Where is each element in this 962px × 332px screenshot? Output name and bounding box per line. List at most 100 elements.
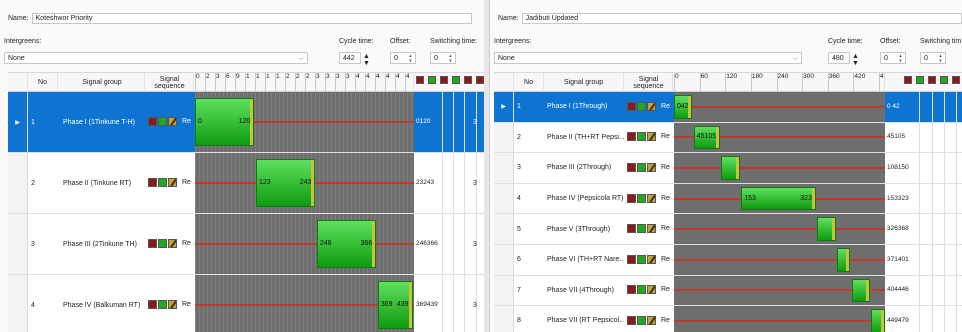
- green-time-bar[interactable]: 0 120: [195, 98, 255, 146]
- signal-group-name[interactable]: Phase VII (RT Pepsicol...: [544, 306, 624, 332]
- cycle-spinner[interactable]: 480: [828, 52, 850, 64]
- timeline-track[interactable]: 153 323: [674, 183, 885, 214]
- row-selector[interactable]: [494, 306, 514, 332]
- row-selector[interactable]: [494, 245, 514, 275]
- offset-spinner[interactable]: 0 ▲ ▼: [390, 52, 416, 64]
- spin-arrows-icon[interactable]: ▲ ▼: [363, 53, 370, 67]
- offset-spinner[interactable]: 0 ▲ ▼: [880, 52, 906, 64]
- table-row[interactable]: 6 Phase VI (TH+RT Nare... Re 371401: [494, 245, 962, 276]
- signal-sequence-icons[interactable]: [627, 224, 656, 234]
- table-row[interactable]: 2 Phase II (Tinkune RT) Re 123 243 23243 3: [8, 153, 484, 214]
- signal-group-name[interactable]: Phase VI (TH+RT Nare...: [544, 245, 624, 275]
- green-time-bar[interactable]: [837, 247, 851, 272]
- column-divider: [919, 183, 920, 214]
- signal-group-name[interactable]: Phase III (2Tinkune TH): [60, 214, 145, 274]
- green-time-bar[interactable]: [851, 278, 871, 303]
- timeline-track[interactable]: [674, 306, 885, 332]
- timeline-track[interactable]: [674, 275, 885, 306]
- amber-interval: [372, 221, 376, 267]
- signal-sequence-icons[interactable]: [148, 178, 177, 187]
- table-row[interactable]: 7 Phase VII (4Through) Re 404446: [494, 275, 962, 307]
- timeline-track[interactable]: [674, 245, 885, 275]
- green-interval-text: 45105: [887, 133, 906, 141]
- green-time-bar[interactable]: 45 105: [693, 125, 721, 150]
- intergreens-select[interactable]: None ⌵: [494, 52, 802, 64]
- signal-sequence-icons[interactable]: [627, 162, 656, 172]
- signal-sequence-icons[interactable]: [627, 132, 656, 142]
- timeline-track[interactable]: 0 42: [674, 92, 885, 122]
- row-selector[interactable]: [494, 275, 514, 306]
- intergreens-value: None: [8, 55, 25, 62]
- row-selector[interactable]: [494, 122, 514, 153]
- signal-sequence-icons[interactable]: [627, 315, 656, 325]
- table-row[interactable]: 4 Phase IV (Pepsicola RT) Re 153 323 153323: [494, 183, 962, 215]
- timeline-track[interactable]: [674, 214, 885, 244]
- signal-group-name[interactable]: Phase IV (Balkuman RT): [60, 275, 145, 332]
- table-row[interactable]: 3 Phase III (2Tinkune TH) Re 246 366 246366 3: [8, 214, 484, 275]
- row-selector[interactable]: ▶: [494, 92, 514, 122]
- signal-sequence-icons[interactable]: [148, 117, 177, 126]
- green-time-bar[interactable]: 153 323: [741, 186, 816, 211]
- signal-sequence-icons[interactable]: [148, 239, 177, 248]
- signal-group-name[interactable]: Phase III (2Through): [544, 153, 624, 183]
- column-header-group[interactable]: Signal group: [60, 73, 145, 92]
- signal-sequence-icons[interactable]: [627, 101, 656, 111]
- row-selector[interactable]: [494, 183, 514, 214]
- timeline-track[interactable]: 123 243: [195, 153, 414, 213]
- timeline-track[interactable]: 0 120: [195, 92, 414, 152]
- green-time-bar[interactable]: [871, 309, 885, 332]
- table-row[interactable]: 2 Phase II (TH+RT Pepsi... Re 45 105 45105: [494, 122, 962, 154]
- signal-group-name[interactable]: Phase V (3Through): [544, 214, 624, 244]
- signal-group-name[interactable]: Phase I (1Through): [544, 92, 624, 122]
- table-row[interactable]: ▶ 1 Phase I (1Tinkune T-H) Re 0 120 0120 3: [8, 92, 484, 153]
- table-row[interactable]: 3 Phase III (2Through) Re 108150: [494, 153, 962, 184]
- green-time-bar[interactable]: 123 243: [255, 159, 316, 207]
- table-row[interactable]: 4 Phase IV (Balkuman RT) Re 369 439 369439 3: [8, 275, 484, 332]
- timeline-track[interactable]: 45 105: [674, 122, 885, 153]
- switching-spinner[interactable]: 0 ▲ ▼: [430, 52, 456, 64]
- intergreens-select[interactable]: None ⌵: [4, 52, 308, 64]
- column-header-no[interactable]: No: [514, 73, 544, 92]
- table-row[interactable]: ▶ 1 Phase I (1Through) Re 0 42 0 42: [494, 92, 962, 123]
- signal-sequence-icons[interactable]: [627, 193, 656, 203]
- red-signal-icon: [148, 178, 157, 187]
- row-selector[interactable]: [8, 214, 28, 274]
- timeline-track[interactable]: 246 366: [195, 214, 414, 274]
- green-time-bar[interactable]: 246 366: [316, 220, 377, 268]
- timeline-track[interactable]: [674, 153, 885, 183]
- name-input[interactable]: Jadibuti Updated: [521, 12, 962, 24]
- cycle-spinner[interactable]: 442: [339, 52, 361, 64]
- timeline-track[interactable]: 369 439: [195, 275, 414, 332]
- row-selector[interactable]: [494, 153, 514, 183]
- row-selector[interactable]: [8, 153, 28, 213]
- signal-group-name[interactable]: Phase VII (4Through): [544, 276, 624, 306]
- table-row[interactable]: 5 Phase V (3Through) Re 326368: [494, 214, 962, 245]
- spin-arrows-icon[interactable]: ▲ ▼: [937, 53, 944, 63]
- table-row[interactable]: 8 Phase VII (RT Pepsicol... Re 449479: [494, 306, 962, 332]
- column-header-seq[interactable]: Signal sequence: [146, 73, 194, 92]
- column-header-seq[interactable]: Signal sequence: [625, 73, 673, 92]
- spin-arrows-icon[interactable]: ▲ ▼: [852, 53, 859, 67]
- spin-arrows-icon[interactable]: ▲ ▼: [407, 53, 414, 63]
- signal-group-name[interactable]: Phase I (1Tinkune T-H): [60, 92, 145, 152]
- spin-arrows-icon[interactable]: ▲ ▼: [447, 53, 454, 63]
- column-header-group[interactable]: Signal group: [544, 73, 624, 92]
- column-divider: [944, 245, 945, 275]
- column-header-no[interactable]: No: [28, 73, 58, 92]
- row-selector[interactable]: ▶: [8, 92, 28, 152]
- green-time-bar[interactable]: [721, 156, 740, 180]
- green-time-bar[interactable]: 0 42: [674, 94, 693, 119]
- green-time-bar[interactable]: 369 439: [377, 281, 413, 329]
- spin-arrows-icon[interactable]: ▲ ▼: [897, 53, 904, 63]
- signal-sequence-icons[interactable]: [148, 300, 177, 309]
- green-time-bar[interactable]: [817, 217, 836, 242]
- row-selector[interactable]: [494, 214, 514, 244]
- signal-group-name[interactable]: Phase II (TH+RT Pepsi...: [544, 123, 624, 153]
- signal-sequence-icons[interactable]: [627, 285, 656, 295]
- switching-spinner[interactable]: 0 ▲ ▼: [920, 52, 946, 64]
- signal-group-name[interactable]: Phase IV (Pepsicola RT): [544, 184, 624, 214]
- signal-group-name[interactable]: Phase II (Tinkune RT): [60, 153, 145, 213]
- name-input[interactable]: Koteshwor Priority: [31, 12, 472, 24]
- signal-sequence-icons[interactable]: [627, 254, 656, 264]
- row-selector[interactable]: [8, 275, 28, 332]
